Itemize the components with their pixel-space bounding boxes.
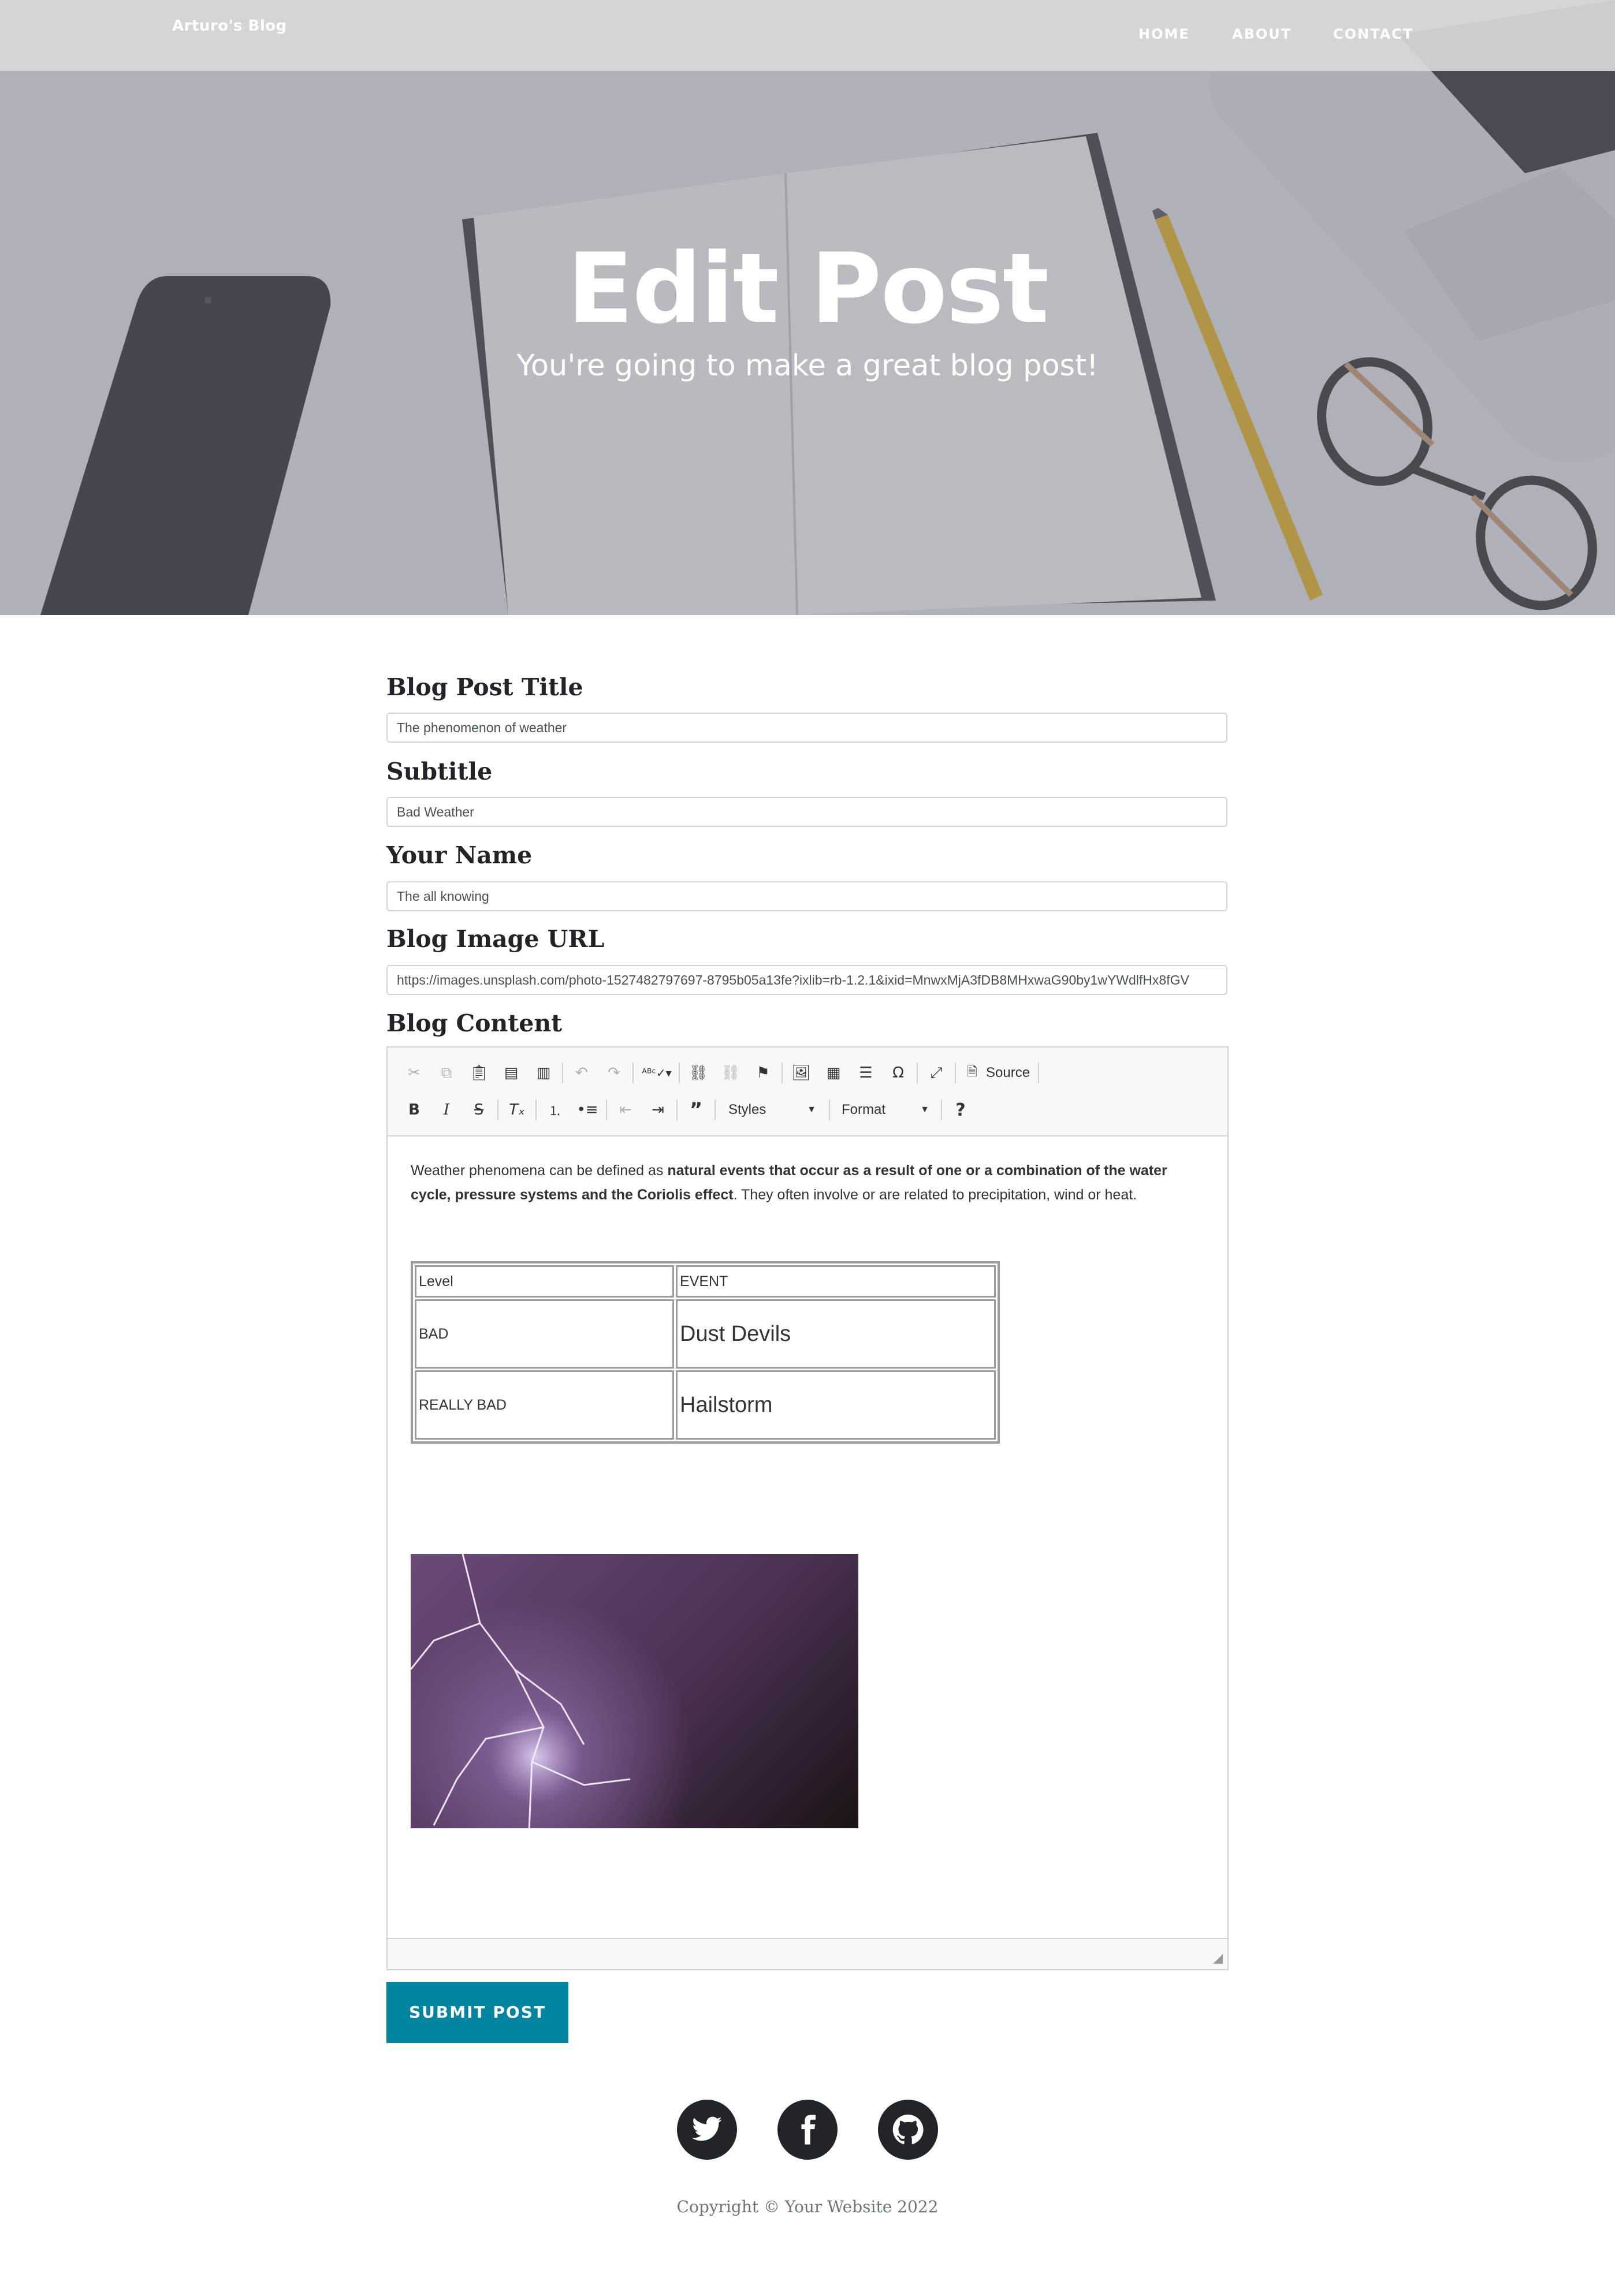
paste-word-icon[interactable]: ▥ [532,1061,555,1084]
title-input[interactable]: The phenomenon of weather [386,713,1227,743]
navbar: Arturo's Blog HOME ABOUT CONTACT [0,0,1615,71]
cut-icon[interactable]: ✂ [403,1061,426,1084]
paste-text-icon[interactable]: ▤ [500,1061,523,1084]
table-row: BAD Dust Devils [415,1299,996,1369]
undo-icon[interactable]: ↶ [570,1061,593,1084]
page-title: Edit Post [567,232,1049,345]
content-paragraph: Weather phenomena can be defined as natu… [411,1162,1167,1203]
link-icon[interactable]: ⛓ [687,1061,710,1084]
horizontal-line-icon[interactable]: ☰ [854,1061,877,1084]
github-icon[interactable] [878,2100,938,2160]
image-icon[interactable]: 🖼︎ [790,1061,813,1084]
nav-about-link[interactable]: ABOUT [1232,26,1292,42]
styles-dropdown[interactable]: Styles ▼ [728,1098,821,1121]
page-subtitle: You're going to make a great blog post! [516,349,1099,383]
chevron-down-icon: ▼ [807,1105,816,1115]
special-char-icon[interactable]: Ω [887,1061,910,1084]
source-icon[interactable]: 🗎︎ [961,1061,984,1084]
nav-home-link[interactable]: HOME [1138,26,1190,42]
name-input[interactable]: The all knowing [386,881,1227,911]
facebook-icon[interactable] [777,2100,838,2160]
strikethrough-icon[interactable]: S [467,1098,490,1121]
styles-dropdown-label: Styles [728,1102,766,1117]
format-dropdown-label: Format [842,1102,886,1117]
rich-text-editor: ✂ ⧉ 📋︎ ▤ ▥ ↶ ↷ ᴬᴮᶜ✓▾ ⛓ ⛓ ⚑ 🖼︎ ▦ ☰ Ω ⤢ 🗎︎… [386,1046,1229,1970]
maximize-icon[interactable]: ⤢ [925,1061,948,1084]
twitter-icon[interactable] [677,2100,737,2160]
submit-post-button[interactable]: SUBMIT POST [386,1982,568,2043]
table-cell-event: Dust Devils [676,1299,996,1369]
nav-contact-link[interactable]: CONTACT [1333,26,1413,42]
masthead: Edit Post You're going to make a great b… [0,0,1615,615]
copy-icon[interactable]: ⧉ [435,1061,458,1084]
unlink-icon[interactable]: ⛓ [719,1061,742,1084]
table-cell-event: Hailstorm [676,1370,996,1440]
editor-resize-bar: ◢ [388,1938,1227,1969]
paste-icon[interactable]: 📋︎ [467,1061,490,1084]
name-label: Your Name [386,841,533,869]
editor-content[interactable]: Weather phenomena can be defined as natu… [388,1135,1227,1828]
anchor-flag-icon[interactable]: ⚑ [751,1061,775,1084]
table-icon[interactable]: ▦ [822,1061,845,1084]
bulleted-list-icon[interactable]: •≡ [576,1098,599,1121]
blockquote-icon[interactable]: ” [684,1098,708,1121]
lightning-storm-image [411,1554,858,1828]
italic-icon[interactable]: I [435,1098,458,1121]
format-dropdown[interactable]: Format ▼ [842,1098,934,1121]
source-button[interactable]: Source [986,1065,1030,1081]
remove-format-icon[interactable]: Tₓ [505,1098,529,1121]
table-header-level: Level [415,1265,674,1298]
spellcheck-icon[interactable]: ᴬᴮᶜ✓▾ [641,1061,673,1084]
table-row: REALLY BAD Hailstorm [415,1370,996,1440]
help-icon[interactable]: ? [949,1098,972,1121]
weather-table: Level EVENT BAD Dust Devils REALLY BAD H… [411,1261,1000,1444]
table-header-event: EVENT [676,1265,996,1298]
content-label: Blog Content [386,1009,563,1037]
indent-icon[interactable]: ⇥ [646,1098,669,1121]
subtitle-label: Subtitle [386,758,493,785]
resize-handle-icon[interactable]: ◢ [1213,1951,1223,1966]
chevron-down-icon: ▼ [920,1105,929,1115]
title-label: Blog Post Title [386,673,583,701]
image-url-label: Blog Image URL [386,925,605,953]
bold-icon[interactable]: B [403,1098,426,1121]
table-cell-level: REALLY BAD [415,1370,674,1440]
editor-toolbar: ✂ ⧉ 📋︎ ▤ ▥ ↶ ↷ ᴬᴮᶜ✓▾ ⛓ ⛓ ⚑ 🖼︎ ▦ ☰ Ω ⤢ 🗎︎… [388,1048,1227,1136]
table-cell-level: BAD [415,1299,674,1369]
image-url-input[interactable]: https://images.unsplash.com/photo-152748… [386,965,1227,995]
subtitle-input[interactable]: Bad Weather [386,797,1227,827]
numbered-list-icon[interactable]: ⒈ [544,1098,567,1121]
outdent-icon[interactable]: ⇤ [614,1098,637,1121]
copyright-text: Copyright © Your Website 2022 [676,2197,939,2216]
table-header-row: Level EVENT [415,1265,996,1298]
redo-icon[interactable]: ↷ [602,1061,626,1084]
brand-logo[interactable]: Arturo's Blog [172,17,287,35]
